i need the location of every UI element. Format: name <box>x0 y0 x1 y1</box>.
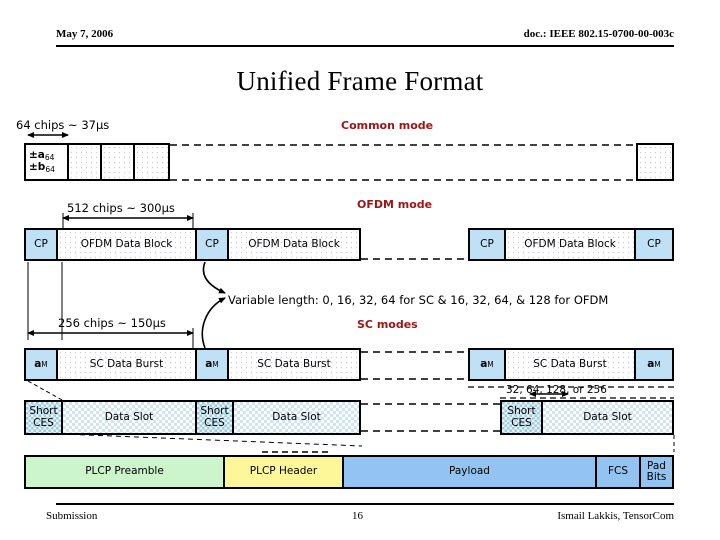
slide-footer: Submission 16 Ismail Lakkis, TensorCom <box>0 0 720 540</box>
footer-page-number: 16 <box>352 510 363 522</box>
footer-author: Ismail Lakkis, TensorCom <box>557 510 674 522</box>
footer-submission-label: Submission <box>46 510 98 522</box>
